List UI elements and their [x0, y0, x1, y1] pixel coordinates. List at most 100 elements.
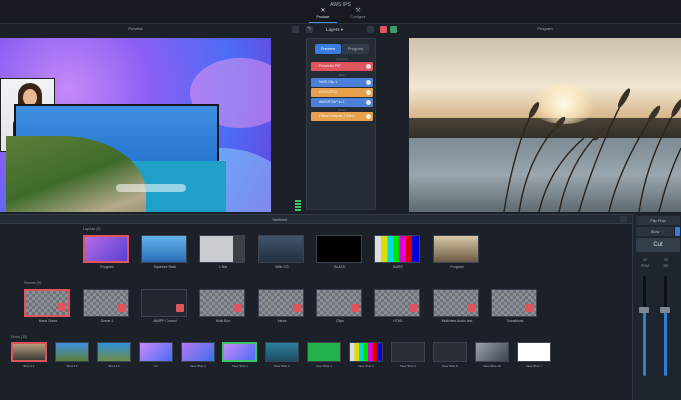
scene-thumbnail[interactable]: [433, 289, 479, 317]
switcher-settings-icon[interactable]: [620, 216, 627, 223]
bg-fader-knob[interactable]: [660, 307, 670, 313]
scene-label: Multi Box: [215, 319, 231, 323]
edit-icon[interactable]: ✎: [306, 26, 313, 33]
slow-button[interactable]: Slow: [636, 227, 674, 236]
layer-item[interactable]: Presenter PiP: [311, 62, 373, 71]
pgm-fader-fill: [643, 312, 646, 376]
layer-item-label: NWS Clip 1: [319, 80, 338, 84]
layer-options-icon[interactable]: [367, 26, 374, 33]
visibility-icon[interactable]: [366, 90, 371, 95]
chevron-down-icon: ▾: [340, 27, 344, 32]
scene-label: Multiview Audio test: [441, 319, 473, 323]
shot-thumbnail[interactable]: [517, 342, 551, 362]
visibility-icon[interactable]: [366, 64, 371, 69]
layer-item[interactable]: AWS/RTMP In 2: [311, 98, 373, 107]
layer-group-caption: Main: [338, 73, 346, 77]
scene-tag-icon: [118, 304, 126, 312]
scene-label: HTML: [393, 319, 403, 323]
scene-thumbnail[interactable]: [24, 289, 70, 317]
layer-item-label: ENG/UPD2: [319, 90, 337, 94]
bg-fader-fill: [664, 312, 667, 376]
shot-thumbnail[interactable]: [97, 342, 131, 362]
shot-thumbnail[interactable]: [307, 342, 341, 362]
pgm-level: 40: [643, 258, 647, 262]
layer-list-icon[interactable]: [292, 26, 299, 33]
mode-configure-tab[interactable]: ⚒ Configure: [344, 8, 372, 23]
layers-preview-toggle[interactable]: Preview: [315, 44, 341, 54]
record-icon[interactable]: [380, 26, 387, 33]
layout-thumbnail[interactable]: [199, 235, 245, 263]
grass-silhouette: [503, 88, 681, 212]
layout-thumbnail[interactable]: [258, 235, 304, 263]
shots-section-label: Shots (13): [11, 335, 28, 339]
visibility-icon[interactable]: [366, 80, 371, 85]
scene-tag-icon: [293, 304, 301, 312]
layout-thumbnail[interactable]: [141, 235, 187, 263]
scene-tag-icon: [468, 304, 476, 312]
mode-produce-label: Produce: [316, 15, 330, 19]
program-panel-title: Program: [537, 26, 553, 31]
shot-thumbnail[interactable]: [391, 342, 425, 362]
scene-thumbnail[interactable]: [491, 289, 537, 317]
scene-label: AWIPP Control: [153, 319, 177, 323]
shot-thumbnail[interactable]: [139, 342, 173, 362]
scene-thumbnail[interactable]: [258, 289, 304, 317]
layer-item[interactable]: Offline Graphic 3 Elem...: [311, 112, 373, 121]
scene-thumbnail[interactable]: [83, 289, 129, 317]
preview-viewer[interactable]: [0, 38, 271, 212]
app-title: AWS IPS: [330, 2, 351, 8]
scene-tag-icon: [409, 304, 417, 312]
shot-thumbnail[interactable]: [11, 342, 47, 362]
layout-thumbnail[interactable]: [83, 235, 129, 263]
scene-tag-icon: [234, 304, 242, 312]
switcher-title: Switcher: [272, 217, 288, 222]
switcher-bar: Switcher: [0, 214, 632, 224]
layout-thumbnail[interactable]: [433, 235, 479, 263]
shot-thumbnail[interactable]: [222, 342, 257, 362]
scene-thumbnail[interactable]: [199, 289, 245, 317]
layout-thumbnail[interactable]: [374, 235, 420, 263]
scene-thumbnail[interactable]: [316, 289, 362, 317]
cut-button[interactable]: Cut: [636, 238, 680, 252]
visibility-icon[interactable]: [366, 114, 371, 119]
shot-thumbnail[interactable]: [181, 342, 215, 362]
shot-label: New Shot 4: [316, 364, 332, 368]
shot-thumbnail[interactable]: [475, 342, 509, 362]
shot-label: New Shot 6: [400, 364, 416, 368]
scenes-section-label: Scenes (9): [24, 281, 41, 285]
bg-level: 40: [664, 258, 668, 262]
layer-item[interactable]: NWS Clip 1: [311, 78, 373, 87]
scene-thumbnail[interactable]: [141, 289, 187, 317]
shot-thumbnail[interactable]: [433, 342, 467, 362]
pgm-fader-knob[interactable]: [639, 307, 649, 313]
flip-flop-button[interactable]: Flip Flop: [636, 216, 680, 225]
shot-label: New Shot 3: [274, 364, 290, 368]
shot-thumbnail[interactable]: [349, 342, 383, 362]
scene-thumbnail[interactable]: [374, 289, 420, 317]
shot-label: New Shot 1: [190, 364, 206, 368]
layers-dropdown[interactable]: Layers ▾: [326, 27, 343, 33]
shot-label: New Shot 7: [526, 364, 542, 368]
mode-produce-tab[interactable]: ✕ Produce: [309, 8, 337, 23]
shot-thumbnail[interactable]: [265, 342, 299, 362]
layout-thumbnail[interactable]: [316, 235, 362, 263]
layers-program-toggle[interactable]: Program: [342, 44, 369, 54]
layout-label: Squeeze Back: [153, 265, 177, 269]
configure-icon: ⚒: [355, 8, 361, 14]
program-viewer[interactable]: [409, 38, 681, 212]
layout-label: Program: [100, 265, 114, 269]
scene-label: Clips: [336, 319, 344, 323]
pgm-fader-label: PGM: [641, 264, 649, 268]
layer-item-label: AWS/RTMP In 2: [319, 100, 345, 104]
scene-label: Transitions: [506, 319, 524, 323]
layout-label: With CG: [275, 265, 289, 269]
layer-item[interactable]: ENG/UPD2: [311, 88, 373, 97]
visibility-icon[interactable]: [366, 100, 371, 105]
layers-dropdown-label: Layers: [326, 27, 340, 32]
live-icon[interactable]: [390, 26, 397, 33]
layout-label: L Bar: [218, 265, 228, 269]
mode-configure-label: Configure: [350, 15, 366, 19]
speed-indicator[interactable]: [675, 227, 680, 236]
shot-thumbnail[interactable]: [55, 342, 89, 362]
produce-icon: ✕: [320, 8, 326, 14]
